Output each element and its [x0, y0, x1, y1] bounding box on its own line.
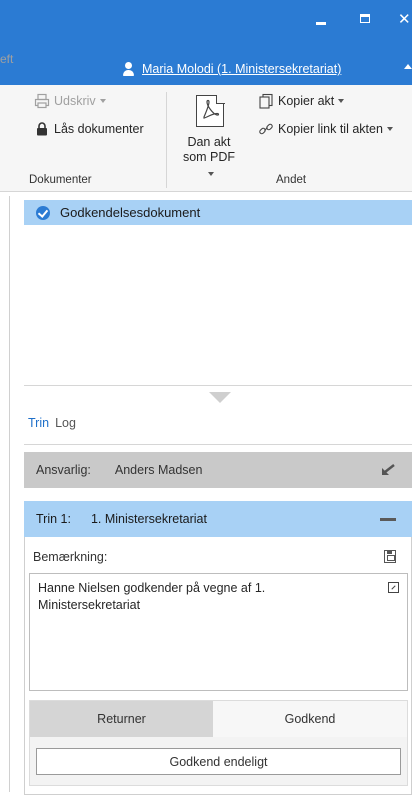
check-circle-icon — [36, 205, 50, 220]
responsible-bar: Ansvarlig: Anders Madsen — [24, 452, 412, 488]
pdf-label: Dan akt som PDF — [179, 135, 239, 180]
chevron-down-icon — [338, 99, 345, 103]
copy-icon — [258, 93, 274, 109]
responsible-name: Anders Madsen — [114, 463, 203, 477]
ribbon-group-other: Andet — [276, 174, 307, 186]
decision-panel: Returner Godkend Godkend endeligt — [29, 700, 408, 786]
responsible-label: Ansvarlig: — [36, 463, 91, 477]
document-name: Godkendelsesdokument — [60, 205, 201, 220]
left-divider — [9, 196, 10, 792]
chevron-down-icon — [208, 172, 214, 176]
chevron-down-icon — [386, 127, 393, 131]
ribbon-group-separator — [166, 92, 167, 188]
approve-button[interactable]: Godkend — [213, 701, 407, 737]
copy-act-button[interactable]: Kopier akt — [258, 93, 345, 109]
copy-act-label: Kopier akt — [278, 94, 335, 108]
chevron-down-icon — [99, 99, 106, 103]
approve-final-button[interactable]: Godkend endeligt — [36, 748, 401, 775]
expand-icon[interactable] — [388, 582, 399, 593]
splitter-handle-icon[interactable] — [209, 392, 231, 403]
user-account-link[interactable]: Maria Molodi (1. Ministersekretariat) — [122, 60, 341, 78]
print-label: Udskriv — [54, 94, 96, 108]
lock-icon — [34, 121, 50, 137]
step-label: Trin 1: — [36, 512, 71, 526]
copy-link-label: Kopier link til akten — [278, 122, 383, 136]
step-body: Bemærkning: Hanne Nielsen godkender på v… — [24, 537, 412, 795]
step-header[interactable]: Trin 1: 1. Ministersekretariat — [24, 501, 412, 537]
user-name-label[interactable]: Maria Molodi (1. Ministersekretariat) — [142, 62, 341, 76]
tab-trin[interactable]: Trin — [28, 416, 49, 430]
collapse-ribbon-icon[interactable] — [404, 64, 412, 69]
minimize-icon[interactable] — [316, 22, 326, 25]
link-icon — [258, 121, 274, 137]
lock-label: Lås dokumenter — [54, 122, 144, 136]
collapse-icon[interactable] — [380, 518, 396, 521]
pdf-label-line-2: som PDF — [182, 150, 236, 164]
ribbon-group-documents: Dokumenter — [29, 174, 92, 186]
lock-documents-button[interactable]: Lås dokumenter — [34, 121, 144, 137]
pdf-label-line-1: Dan akt — [187, 135, 231, 149]
reassign-icon[interactable] — [381, 464, 395, 476]
print-button[interactable]: Udskriv — [34, 93, 106, 109]
return-button[interactable]: Returner — [30, 701, 213, 737]
remark-label: Bemærkning: — [33, 550, 108, 564]
user-icon — [122, 62, 134, 76]
title-bar: ✕ Maria Molodi (1. Ministersekretariat) — [0, 0, 412, 85]
remark-text: Hanne Nielsen godkender på vegne af 1. M… — [38, 581, 266, 612]
remark-textarea[interactable]: Hanne Nielsen godkender på vegne af 1. M… — [29, 573, 408, 691]
splitter-line — [24, 385, 412, 386]
pdf-icon — [196, 94, 225, 127]
list-item[interactable]: Godkendelsesdokument — [24, 200, 412, 225]
ribbon-cut-label: eft — [0, 52, 14, 66]
tab-bar: Trin Log — [28, 416, 76, 430]
close-icon[interactable]: ✕ — [398, 10, 411, 28]
maximize-icon[interactable] — [360, 14, 370, 23]
copy-link-button[interactable]: Kopier link til akten — [258, 121, 393, 137]
printer-icon — [34, 93, 50, 109]
tab-log[interactable]: Log — [55, 416, 76, 430]
save-icon[interactable] — [384, 550, 396, 563]
step-name: 1. Ministersekretariat — [90, 512, 207, 526]
tab-divider — [24, 444, 412, 445]
